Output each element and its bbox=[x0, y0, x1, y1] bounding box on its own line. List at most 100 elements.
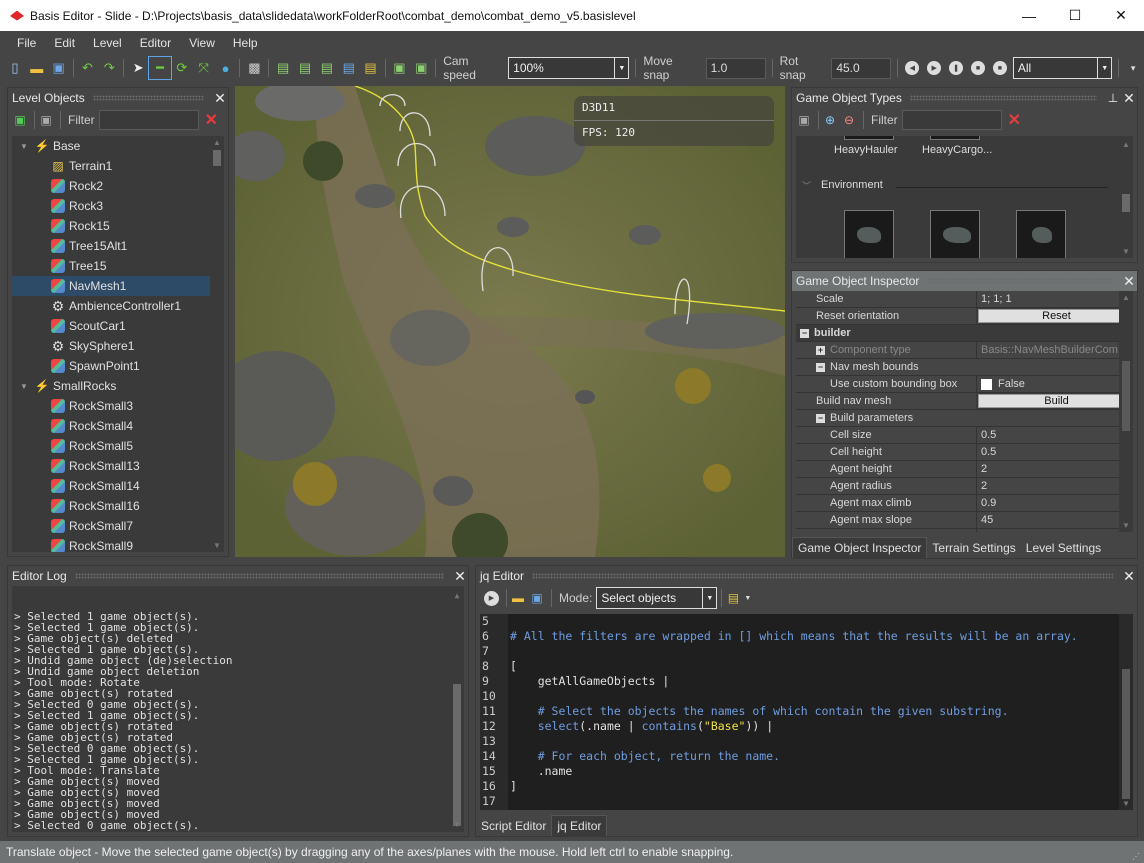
scrollbar-thumb[interactable] bbox=[1122, 194, 1130, 212]
open-folder-icon[interactable]: ▬ bbox=[510, 590, 526, 606]
clear-screenshot-icon[interactable]: ▣ bbox=[410, 57, 432, 79]
code-editor[interactable]: 5 6 7 8 9 10 11 12 13 14 15 16 17 # All the filters … bbox=[480, 614, 1133, 810]
property-value[interactable]: False bbox=[976, 376, 1133, 392]
property-name[interactable]: − Build parameters bbox=[796, 410, 1133, 426]
clear-filter-icon[interactable]: ✕ bbox=[1008, 110, 1021, 130]
scrollbar-thumb[interactable] bbox=[1122, 361, 1130, 431]
scroll-down-icon[interactable]: ▼ bbox=[450, 819, 464, 830]
resize-grip-icon[interactable]: ⋰ bbox=[1132, 852, 1140, 861]
scroll-down-icon[interactable]: ▼ bbox=[1119, 521, 1133, 530]
menu-edit[interactable]: Edit bbox=[54, 36, 75, 50]
code-line[interactable]: ] bbox=[510, 779, 1117, 794]
close-icon[interactable]: ✕ bbox=[1121, 90, 1137, 107]
zoom-in-icon[interactable]: ⊕ bbox=[822, 112, 838, 128]
menu-view[interactable]: View bbox=[189, 36, 215, 50]
type-thumbnail[interactable] bbox=[930, 136, 980, 140]
menu-file[interactable]: File bbox=[17, 36, 36, 50]
tree-item[interactable]: RockSmall7 bbox=[12, 516, 224, 536]
scroll-up-icon[interactable]: ▲ bbox=[1119, 293, 1133, 302]
clear-filter-icon[interactable]: ✕ bbox=[205, 110, 218, 130]
code-text[interactable]: # All the filters are wrapped in [] whic… bbox=[510, 614, 1117, 809]
drag-grip[interactable] bbox=[74, 573, 444, 579]
chevron-down-icon[interactable]: ▼ bbox=[614, 58, 628, 78]
tree-group[interactable]: ▼ ⚡ SmallRocks bbox=[12, 376, 224, 396]
close-icon[interactable]: ✕ bbox=[1121, 273, 1137, 290]
edit-icon[interactable]: ▤ bbox=[360, 57, 382, 79]
add-layer-icon[interactable]: ▣ bbox=[12, 112, 28, 128]
code-line[interactable]: .name bbox=[510, 764, 1117, 779]
types-scrollbar[interactable]: ▲ ▼ bbox=[1119, 136, 1133, 258]
property-button[interactable]: Build bbox=[978, 394, 1131, 408]
rot-snap-input[interactable] bbox=[831, 57, 892, 79]
tab-level-settings[interactable]: Level Settings bbox=[1021, 538, 1106, 558]
play-icon[interactable]: ▶ bbox=[927, 61, 942, 75]
maximize-button[interactable]: ☐ bbox=[1052, 0, 1098, 31]
tab-terrain-settings[interactable]: Terrain Settings bbox=[927, 538, 1020, 558]
code-scrollbar[interactable]: ▼ bbox=[1119, 614, 1133, 810]
scrollbar-thumb[interactable] bbox=[453, 684, 461, 826]
close-icon[interactable]: ✕ bbox=[212, 90, 228, 107]
rewind-icon[interactable]: ◀ bbox=[905, 61, 920, 75]
scroll-down-icon[interactable]: ▼ bbox=[1119, 247, 1133, 256]
filter-input[interactable] bbox=[98, 110, 199, 130]
property-value[interactable]: 2 bbox=[976, 461, 1133, 477]
menu-help[interactable]: Help bbox=[233, 36, 258, 50]
checkbox[interactable] bbox=[981, 378, 992, 390]
save-icon[interactable]: ▣ bbox=[529, 590, 545, 606]
property-value[interactable]: 0.9 bbox=[976, 495, 1133, 511]
3d-viewport[interactable] bbox=[235, 86, 785, 557]
undo-icon[interactable]: ↶ bbox=[77, 57, 99, 79]
world-space-icon[interactable]: ● bbox=[215, 57, 237, 79]
close-icon[interactable]: ✕ bbox=[452, 568, 468, 585]
tree-scrollbar[interactable]: ▲ ▼ bbox=[210, 136, 224, 552]
save-icon[interactable]: ▣ bbox=[48, 57, 70, 79]
code-line[interactable]: [ bbox=[510, 659, 1117, 674]
minimize-button[interactable]: — bbox=[1006, 0, 1052, 31]
scroll-down-icon[interactable]: ▼ bbox=[1119, 799, 1133, 808]
translate-tool-icon[interactable]: ━ bbox=[148, 56, 172, 80]
tree-item[interactable]: NavMesh1 bbox=[12, 276, 224, 296]
property-name[interactable]: − Nav mesh bounds bbox=[796, 359, 1133, 375]
environment-thumbnail[interactable] bbox=[930, 210, 980, 258]
tree-item[interactable]: RockSmall16 bbox=[12, 496, 224, 516]
tree-item[interactable]: RockSmall13 bbox=[12, 456, 224, 476]
expand-toggle-icon[interactable]: ▼ bbox=[20, 382, 30, 391]
tree-item[interactable]: RockSmall9 bbox=[12, 536, 224, 552]
code-line[interactable]: getAllGameObjects | bbox=[510, 674, 1117, 689]
code-line[interactable]: select(.name | contains("Base")) | bbox=[510, 719, 1117, 734]
environment-thumbnail[interactable] bbox=[844, 210, 894, 258]
chevron-down-icon[interactable]: ▼ bbox=[702, 588, 716, 608]
paint-icon[interactable]: ▤ bbox=[338, 57, 360, 79]
scrollbar-thumb[interactable] bbox=[1122, 669, 1130, 799]
tree-item[interactable]: Tree15 bbox=[12, 256, 224, 276]
types-filter-input[interactable] bbox=[901, 110, 1002, 130]
remove-layer-icon[interactable]: ▣ bbox=[38, 112, 54, 128]
close-icon[interactable]: ✕ bbox=[1121, 568, 1137, 585]
collapse-all-icon[interactable]: ▣ bbox=[796, 112, 812, 128]
zoom-out-icon[interactable]: ⊖ bbox=[841, 112, 857, 128]
property-button[interactable]: Reset bbox=[978, 309, 1131, 323]
type-label[interactable]: HeavyCargo... bbox=[922, 144, 992, 156]
drag-grip[interactable] bbox=[92, 95, 204, 101]
scroll-up-icon[interactable]: ▲ bbox=[1119, 140, 1133, 149]
code-line[interactable]: # Select the objects the names of which … bbox=[510, 704, 1117, 719]
close-window-button[interactable]: ✕ bbox=[1098, 0, 1144, 31]
rotate-tool-icon[interactable]: ⟳ bbox=[171, 57, 193, 79]
drag-grip[interactable] bbox=[532, 573, 1113, 579]
property-value[interactable]: 45 bbox=[976, 512, 1133, 528]
collapse-icon[interactable]: − bbox=[816, 413, 825, 423]
code-line[interactable]: # All the filters are wrapped in [] whic… bbox=[510, 629, 1117, 644]
tab-game-object-inspector[interactable]: Game Object Inspector bbox=[792, 537, 928, 558]
tree-item[interactable]: RockSmall3 bbox=[12, 396, 224, 416]
property-value[interactable]: 0.5 bbox=[976, 427, 1133, 443]
type-thumbnail[interactable] bbox=[844, 136, 894, 140]
menu-editor[interactable]: Editor bbox=[140, 36, 171, 50]
code-line[interactable]: # For each object, return the name. bbox=[510, 749, 1117, 764]
tree-item[interactable]: SpawnPoint1 bbox=[12, 356, 224, 376]
chevron-down-icon[interactable]: ▼ bbox=[1097, 58, 1111, 78]
tree-item[interactable]: Rock15 bbox=[12, 216, 224, 236]
code-line[interactable] bbox=[510, 794, 1117, 809]
screenshot-icon[interactable]: ▣ bbox=[389, 57, 411, 79]
environment-thumbnail[interactable] bbox=[1016, 210, 1066, 258]
tree-item[interactable]: RockSmall5 bbox=[12, 436, 224, 456]
